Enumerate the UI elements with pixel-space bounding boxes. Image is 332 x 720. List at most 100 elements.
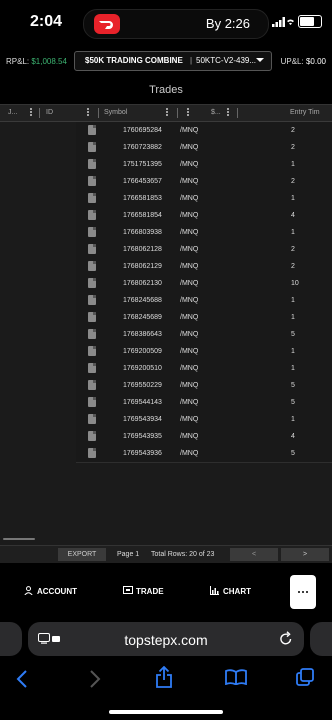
upl-value: $0.00 bbox=[305, 57, 326, 66]
document-icon[interactable] bbox=[88, 193, 96, 203]
address-bar[interactable]: topstepx.com bbox=[28, 622, 304, 656]
column-menu-icon[interactable] bbox=[227, 108, 229, 118]
table-row[interactable]: 1768386643/MNQ 5 bbox=[76, 326, 332, 344]
table-row[interactable]: 1769544143/MNQ 5 bbox=[76, 394, 332, 412]
back-icon[interactable] bbox=[16, 670, 28, 688]
column-header-j[interactable]: J... bbox=[8, 109, 17, 116]
column-header-entry-time[interactable]: Entry Tim bbox=[290, 109, 320, 116]
document-icon[interactable] bbox=[88, 312, 96, 322]
table-row[interactable]: 1766453657/MNQ 2 bbox=[76, 173, 332, 191]
forward-icon[interactable] bbox=[89, 670, 101, 688]
trade-id: 1768386643 bbox=[123, 331, 162, 338]
table-row[interactable]: 1766803938/MNQ 1 bbox=[76, 224, 332, 242]
document-icon[interactable] bbox=[88, 210, 96, 220]
more-button[interactable] bbox=[290, 575, 316, 609]
trade-size: 1 bbox=[291, 314, 295, 321]
table-row[interactable]: 1769200510/MNQ 1 bbox=[76, 360, 332, 378]
document-icon[interactable] bbox=[88, 278, 96, 288]
table-row[interactable]: 1760695284/MNQ 2 bbox=[76, 122, 332, 140]
column-menu-icon[interactable] bbox=[30, 108, 32, 118]
column-menu-icon[interactable] bbox=[166, 108, 168, 118]
column-divider[interactable] bbox=[39, 108, 40, 118]
document-icon[interactable] bbox=[88, 380, 96, 390]
share-icon[interactable] bbox=[155, 666, 173, 688]
trade-size: 2 bbox=[291, 178, 295, 185]
document-icon[interactable] bbox=[88, 125, 96, 135]
tabs-icon[interactable] bbox=[296, 668, 314, 686]
table-row[interactable]: 1751751395/MNQ 1 bbox=[76, 156, 332, 174]
column-menu-icon[interactable] bbox=[87, 108, 89, 118]
reload-icon[interactable] bbox=[279, 631, 293, 646]
trade-symbol: /MNQ bbox=[180, 229, 199, 236]
document-icon[interactable] bbox=[88, 329, 96, 339]
column-menu-icon[interactable] bbox=[187, 108, 189, 118]
document-icon[interactable] bbox=[88, 176, 96, 186]
trade-size: 4 bbox=[291, 433, 295, 440]
horizontal-scrollbar[interactable] bbox=[3, 538, 35, 540]
prev-page-button[interactable]: < bbox=[230, 548, 278, 561]
table-row[interactable]: 1760723882/MNQ 2 bbox=[76, 139, 332, 157]
trade-size: 2 bbox=[291, 127, 295, 134]
trade-id: 1760723882 bbox=[123, 144, 162, 151]
column-divider[interactable] bbox=[98, 108, 99, 118]
doordash-logo-icon bbox=[94, 14, 120, 34]
table-row[interactable]: 1769543934/MNQ 1 bbox=[76, 411, 332, 429]
column-header-size[interactable]: $... bbox=[211, 109, 221, 116]
trade-symbol: /MNQ bbox=[180, 178, 199, 185]
trade-size: 1 bbox=[291, 161, 295, 168]
next-tab-preview[interactable] bbox=[310, 622, 332, 656]
bookmarks-icon[interactable] bbox=[225, 669, 247, 685]
document-icon[interactable] bbox=[88, 244, 96, 254]
table-row[interactable]: 1769543936/MNQ 5 bbox=[76, 445, 332, 463]
nav-account[interactable]: ACCOUNT bbox=[24, 586, 77, 596]
document-icon[interactable] bbox=[88, 448, 96, 458]
document-icon[interactable] bbox=[88, 295, 96, 305]
trade-symbol: /MNQ bbox=[180, 127, 199, 134]
table-row[interactable]: 1769543935/MNQ 4 bbox=[76, 428, 332, 446]
table-row[interactable]: 1766581854/MNQ 4 bbox=[76, 207, 332, 225]
table-row[interactable]: 1768245689/MNQ 1 bbox=[76, 309, 332, 327]
document-icon[interactable] bbox=[88, 159, 96, 169]
account-selector[interactable]: $50K TRADING COMBINE | 50KTC-V2-439... bbox=[74, 51, 272, 71]
total-rows: Total Rows: 20 of 23 bbox=[151, 551, 215, 558]
trade-id: 1760695284 bbox=[123, 127, 162, 134]
next-page-button[interactable]: > bbox=[281, 548, 329, 561]
trade-id: 1766803938 bbox=[123, 229, 162, 236]
nav-chart[interactable]: CHART bbox=[210, 586, 251, 596]
trade-symbol: /MNQ bbox=[180, 416, 199, 423]
document-icon[interactable] bbox=[88, 227, 96, 237]
account-separator: | bbox=[190, 56, 193, 65]
rpl-value: $1,008.54 bbox=[31, 57, 67, 66]
live-activity-pill[interactable]: By 2:26 bbox=[83, 9, 269, 39]
trade-size: 5 bbox=[291, 399, 295, 406]
table-row[interactable]: 1768062130/MNQ 10 bbox=[76, 275, 332, 293]
table-row[interactable]: 1768062128/MNQ 2 bbox=[76, 241, 332, 259]
document-icon[interactable] bbox=[88, 363, 96, 373]
table-row[interactable]: 1769200509/MNQ 1 bbox=[76, 343, 332, 361]
document-icon[interactable] bbox=[88, 414, 96, 424]
trade-symbol: /MNQ bbox=[180, 450, 199, 457]
rpl-label: RP&L: bbox=[6, 57, 30, 66]
trade-id: 1768062130 bbox=[123, 280, 162, 287]
nav-trade[interactable]: TRADE bbox=[123, 586, 164, 596]
previous-tab-preview[interactable] bbox=[0, 622, 22, 656]
column-divider[interactable] bbox=[237, 108, 238, 118]
document-icon[interactable] bbox=[88, 346, 96, 356]
column-header-id[interactable]: ID bbox=[46, 109, 53, 116]
clock: 2:04 bbox=[30, 13, 63, 30]
column-divider[interactable] bbox=[177, 108, 178, 118]
trade-size: 2 bbox=[291, 246, 295, 253]
grid-header: J... ID Symbol $... Entry Tim bbox=[0, 105, 332, 122]
table-row[interactable]: 1768245688/MNQ 1 bbox=[76, 292, 332, 310]
document-icon[interactable] bbox=[88, 142, 96, 152]
trade-id: 1766581854 bbox=[123, 212, 162, 219]
export-button[interactable]: EXPORT bbox=[58, 548, 106, 561]
table-row[interactable]: 1766581853/MNQ 1 bbox=[76, 190, 332, 208]
table-row[interactable]: 1768062129/MNQ 2 bbox=[76, 258, 332, 276]
document-icon[interactable] bbox=[88, 261, 96, 271]
trade-size: 5 bbox=[291, 331, 295, 338]
document-icon[interactable] bbox=[88, 431, 96, 441]
document-icon[interactable] bbox=[88, 397, 96, 407]
column-header-symbol[interactable]: Symbol bbox=[104, 109, 127, 116]
table-row[interactable]: 1769550229/MNQ 5 bbox=[76, 377, 332, 395]
